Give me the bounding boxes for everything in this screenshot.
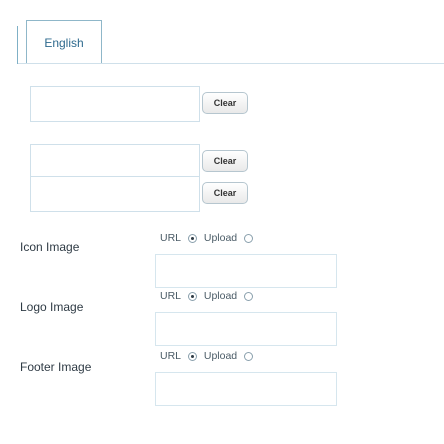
upload-radio[interactable]	[244, 233, 254, 243]
footer-image-url-input[interactable]	[155, 372, 337, 406]
text-row: Clear	[30, 176, 254, 214]
logo-image-url-input[interactable]	[155, 312, 337, 346]
tab-bar: English	[0, 0, 444, 64]
url-radio[interactable]	[187, 351, 197, 361]
clear-button[interactable]: Clear	[202, 150, 248, 172]
icon-image-label: Icon Image	[20, 240, 80, 254]
url-radio[interactable]	[187, 233, 197, 243]
tab-english[interactable]: English	[26, 20, 102, 64]
clear-button[interactable]: Clear	[202, 92, 248, 114]
text-row: Clear	[30, 86, 254, 124]
icon-image-url-input[interactable]	[155, 254, 337, 288]
tab-accent	[17, 26, 18, 64]
upload-radio[interactable]	[244, 351, 254, 361]
logo-image-label: Logo Image	[20, 300, 84, 314]
text-input[interactable]	[30, 144, 200, 180]
logo-image-source-options: URL Upload	[160, 290, 257, 302]
tab-divider	[18, 63, 444, 64]
url-radio[interactable]	[187, 291, 197, 301]
upload-radio[interactable]	[244, 291, 254, 301]
footer-image-source-options: URL Upload	[160, 350, 257, 362]
text-input[interactable]	[30, 176, 200, 212]
footer-image-label: Footer Image	[20, 360, 92, 374]
clear-button[interactable]: Clear	[202, 182, 248, 204]
icon-image-source-options: URL Upload	[160, 232, 257, 244]
text-input[interactable]	[30, 86, 200, 122]
